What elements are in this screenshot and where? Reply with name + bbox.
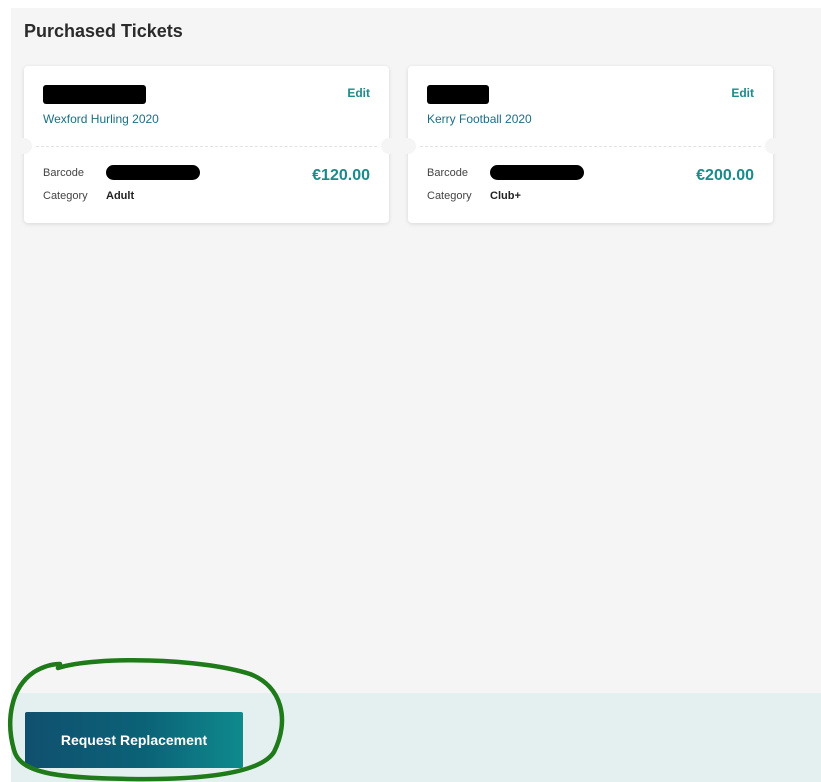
- redacted-barcode: [106, 165, 200, 180]
- edit-ticket-link[interactable]: Edit: [731, 86, 754, 100]
- ticket-price: €200.00: [696, 167, 754, 184]
- ticket-card: Wexford Hurling 2020 Edit Barcode Catego…: [16, 66, 397, 223]
- ticket-notch-right: [765, 138, 781, 154]
- section-title: Purchased Tickets: [24, 21, 183, 41]
- category-value: Adult: [106, 190, 135, 202]
- redacted-holder-name: [427, 85, 489, 104]
- footer-action-bar: Request Replacement: [11, 693, 821, 782]
- category-label: Category: [43, 190, 88, 202]
- redacted-holder-name: [43, 85, 146, 104]
- category-label: Category: [427, 190, 472, 202]
- ticket-notch-left: [400, 138, 416, 154]
- redacted-barcode: [490, 165, 584, 180]
- purchased-tickets-panel: Purchased Tickets Wexford Hurling 2020 E…: [11, 8, 821, 782]
- ticket-divider: [36, 146, 377, 147]
- edit-ticket-link[interactable]: Edit: [347, 86, 370, 100]
- ticket-event-title: Kerry Football 2020: [427, 112, 532, 126]
- ticket-price: €120.00: [312, 167, 370, 184]
- barcode-label: Barcode: [43, 167, 84, 179]
- ticket-event-title: Wexford Hurling 2020: [43, 112, 159, 126]
- category-value: Club+: [490, 190, 521, 202]
- ticket-notch-right: [381, 138, 397, 154]
- ticket-notch-left: [16, 138, 32, 154]
- ticket-divider: [420, 146, 761, 147]
- request-replacement-button[interactable]: Request Replacement: [25, 712, 243, 768]
- barcode-label: Barcode: [427, 167, 468, 179]
- ticket-card: Kerry Football 2020 Edit Barcode Categor…: [400, 66, 781, 223]
